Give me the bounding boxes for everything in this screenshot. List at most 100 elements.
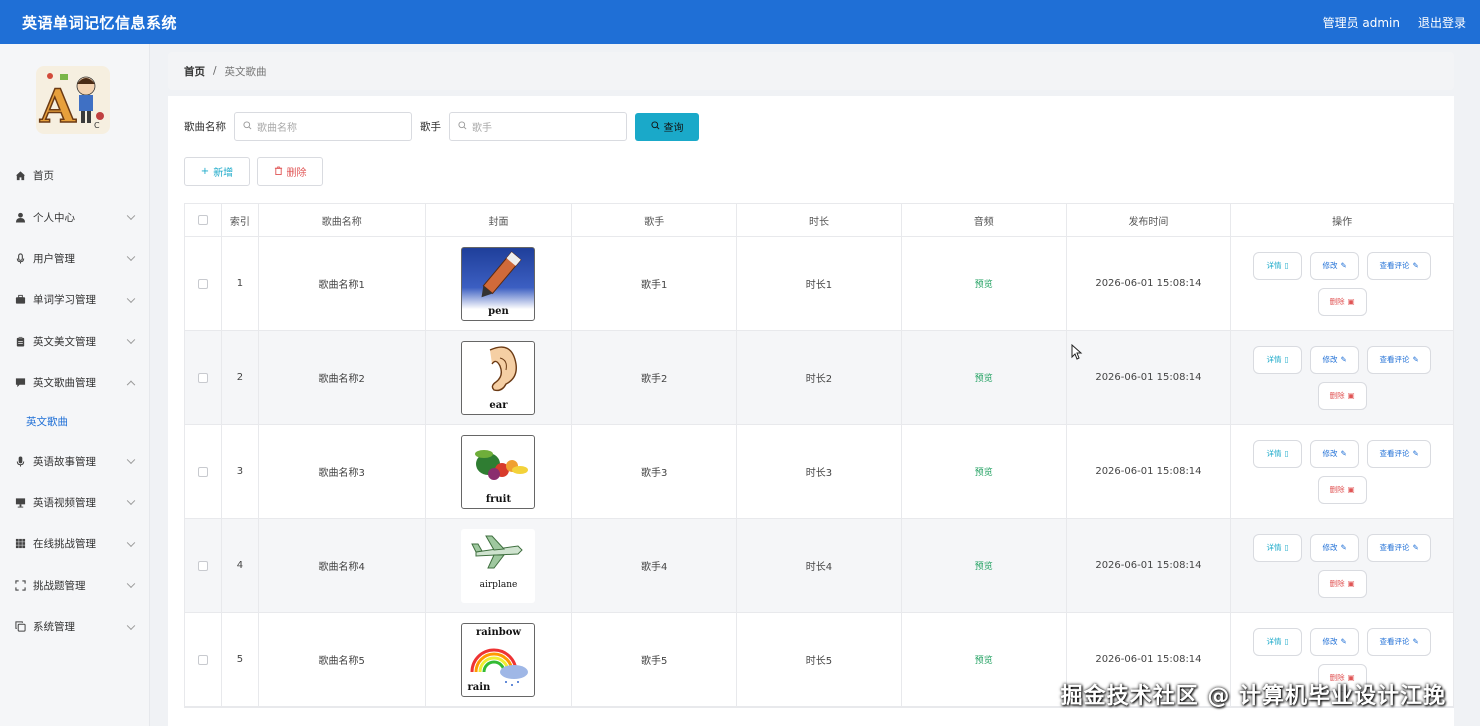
select-all-checkbox[interactable] [197,215,208,225]
edit-button[interactable]: 修改 ✎ [1310,627,1360,656]
view-comments-button[interactable]: 查看评论 ✎ [1367,627,1432,656]
sidebar-subitem-english-song[interactable]: 英文歌曲 [0,403,150,440]
sidebar-item-system-management[interactable]: 系统管理 [0,606,150,647]
row-checkbox[interactable] [197,466,208,477]
audio-preview-link[interactable]: 预览 [975,277,993,290]
view-comments-button[interactable]: 查看评论 ✎ [1367,345,1432,374]
row-publish-time: 2026-06-01 15:08:14 [1067,519,1232,612]
row-publish-time: 2026-06-01 15:08:14 [1067,425,1232,518]
sidebar-item-online-challenge[interactable]: 在线挑战管理 [0,523,150,564]
svg-text:C: C [94,121,100,130]
row-index: 3 [222,425,259,518]
sidebar-item-english-story[interactable]: 英语故事管理 [0,440,150,481]
view-comments-button[interactable]: 查看评论 ✎ [1367,533,1432,562]
main-content: 首页 / 英文歌曲 歌曲名称 歌曲名称 歌手 歌手 查询 + 新增 删除 索引 … [168,52,1454,726]
home-icon [14,170,26,182]
sidebar-item-word-study[interactable]: 单词学习管理 [0,279,150,320]
edit-icon: ✎ [1340,449,1347,458]
detail-button[interactable]: 详情 ▯ [1253,439,1303,468]
query-button[interactable]: 查询 [635,112,699,141]
sidebar-item-label: 用户管理 [33,252,75,265]
view-comments-button[interactable]: 查看评论 ✎ [1367,439,1432,468]
edit-icon: ✎ [1412,261,1419,270]
search-bar: 歌曲名称 歌曲名称 歌手 歌手 查询 [184,112,699,141]
sidebar-item-label: 在线挑战管理 [33,538,96,551]
edit-icon: ✎ [1412,355,1419,364]
table-row: 4 歌曲名称4 airplane 歌手4 时长4 预览 2026-06-01 1… [185,519,1453,613]
sidebar-item-english-article[interactable]: 英文美文管理 [0,321,150,362]
row-checkbox[interactable] [197,278,208,289]
batch-delete-button[interactable]: 删除 [257,157,323,186]
copy-icon [14,621,26,633]
cover-caption-bottom: rain [467,681,491,693]
detail-button[interactable]: 详情 ▯ [1253,533,1303,562]
cover-caption: ear [489,399,508,411]
sidebar-item-home[interactable]: 首页 [0,155,150,196]
edit-button[interactable]: 修改 ✎ [1310,251,1360,280]
row-song-name: 歌曲名称5 [259,613,426,706]
sidebar-item-personal-center[interactable]: 个人中心 [0,196,150,237]
row-checkbox[interactable] [197,654,208,665]
view-comments-button[interactable]: 查看评论 ✎ [1367,251,1432,280]
chevron-down-icon [126,455,136,465]
add-button[interactable]: + 新增 [184,157,250,186]
content-panel: 歌曲名称 歌曲名称 歌手 歌手 查询 + 新增 删除 索引 歌曲名称 封面 歌手… [168,96,1454,726]
header-song-name: 歌曲名称 [259,204,426,236]
delete-button[interactable]: 删除 ▣ [1317,475,1367,504]
chevron-down-icon [126,211,136,221]
delete-button[interactable]: 删除 ▣ [1317,287,1367,316]
chevron-down-icon [126,621,136,630]
user-label[interactable]: 管理员 admin [1323,14,1400,31]
detail-button[interactable]: 详情 ▯ [1253,345,1303,374]
trash-icon: ▣ [1347,485,1355,494]
breadcrumb: 首页 / 英文歌曲 [168,52,1454,90]
song-name-input[interactable]: 歌曲名称 [234,112,412,141]
breadcrumb-home[interactable]: 首页 [184,64,205,79]
row-checkbox[interactable] [197,560,208,571]
delete-button[interactable]: 删除 ▣ [1317,381,1367,410]
edit-icon: ✎ [1340,543,1347,552]
audio-preview-link[interactable]: 预览 [975,653,993,666]
doc-icon: ▯ [1284,355,1289,364]
sidebar-item-label: 英文歌曲管理 [33,377,96,390]
row-checkbox[interactable] [197,372,208,383]
audio-preview-link[interactable]: 预览 [975,465,993,478]
delete-button[interactable]: 删除 ▣ [1317,569,1367,598]
chevron-down-icon [126,496,136,506]
header-index: 索引 [222,204,259,236]
audio-preview-link[interactable]: 预览 [975,371,993,384]
chevron-up-icon [126,380,136,389]
doc-icon: ▯ [1284,449,1289,458]
cover-image-fruit[interactable]: fruit [461,434,536,509]
row-duration: 时长4 [737,519,902,612]
cover-image-pen[interactable]: pen [461,246,536,321]
row-singer: 歌手3 [572,425,738,518]
audio-preview-link[interactable]: 预览 [975,559,993,572]
edit-button[interactable]: 修改 ✎ [1310,533,1360,562]
sidebar-item-user-management[interactable]: 用户管理 [0,238,150,279]
cover-image-ear[interactable]: ear [461,340,536,415]
sidebar-item-english-video[interactable]: 英语视频管理 [0,482,150,523]
edit-button[interactable]: 修改 ✎ [1310,439,1360,468]
edit-icon: ✎ [1340,261,1347,270]
edit-icon: ✎ [1340,637,1347,646]
singer-input[interactable]: 歌手 [449,112,627,141]
sidebar-item-english-song[interactable]: 英文歌曲管理 [0,362,150,403]
header-cover: 封面 [426,204,573,236]
action-bar: + 新增 删除 [184,157,323,186]
logout-link[interactable]: 退出登录 [1418,14,1466,31]
edit-button[interactable]: 修改 ✎ [1310,345,1360,374]
sidebar-item-label: 个人中心 [33,211,75,224]
row-index: 5 [222,613,259,706]
sidebar-item-challenge-questions[interactable]: 挑战题管理 [0,565,150,606]
cover-image-rainbow[interactable]: rainbow rain [461,622,536,697]
grid-icon [14,538,26,550]
sidebar-item-label: 系统管理 [33,621,75,634]
sidebar-menu: 首页 个人中心 用户管理 单词学习管理 英文美文管理 英文歌曲管理 英文歌曲 英… [0,155,150,647]
detail-button[interactable]: 详情 ▯ [1253,627,1303,656]
doc-icon: ▯ [1284,637,1289,646]
detail-button[interactable]: 详情 ▯ [1253,251,1303,280]
row-singer: 歌手4 [572,519,738,612]
cover-image-airplane[interactable]: airplane [461,528,536,603]
avatar: A C [36,66,110,134]
